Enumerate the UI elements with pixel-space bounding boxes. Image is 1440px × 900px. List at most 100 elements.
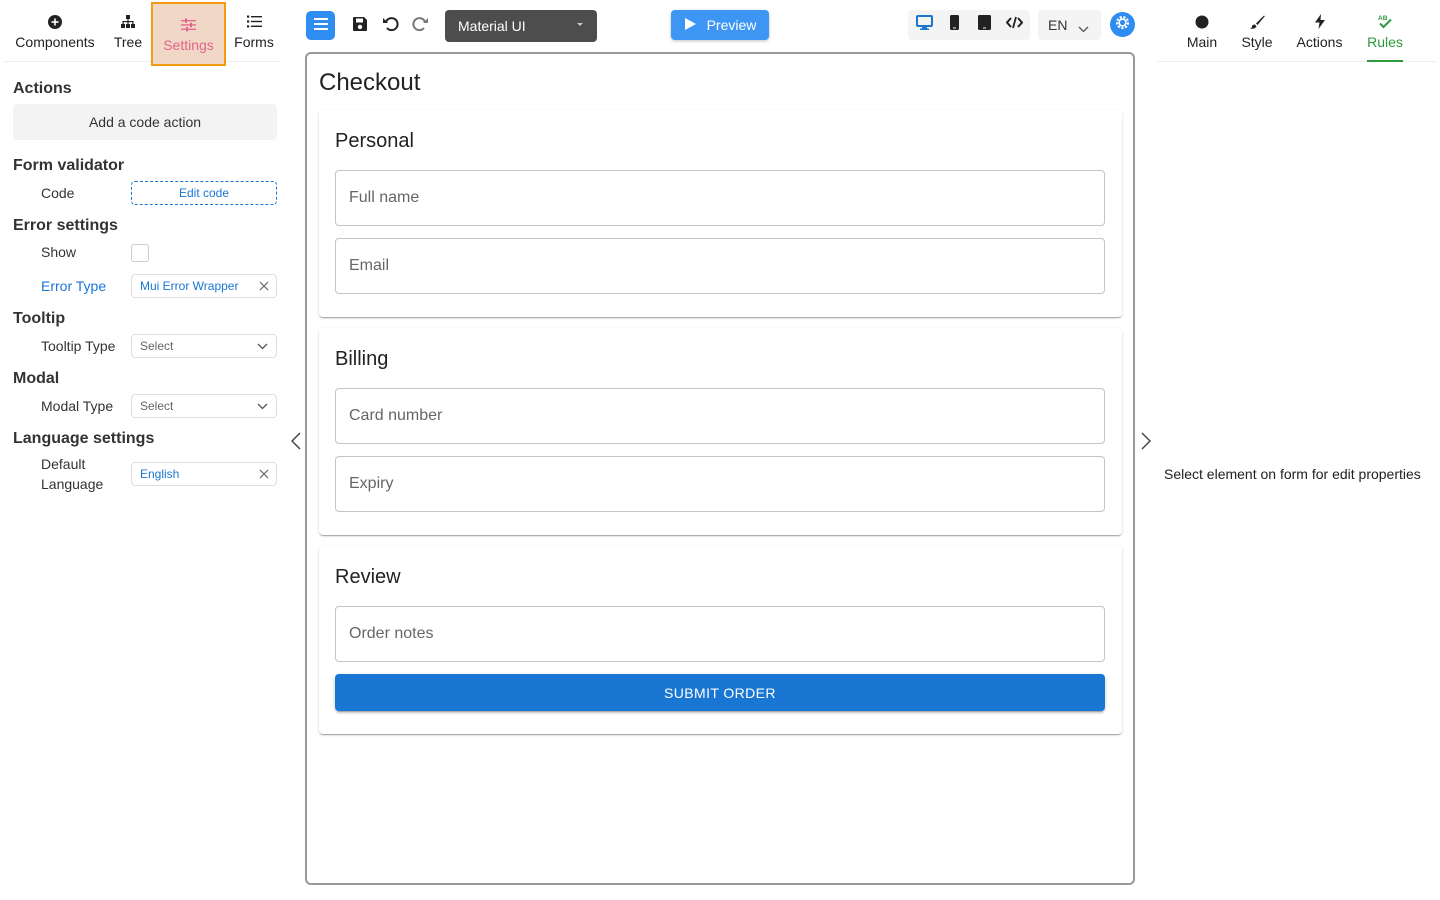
theme-select-value: Material UI (458, 18, 526, 34)
chevron-down-icon (248, 403, 276, 410)
language-select[interactable]: EN (1038, 10, 1101, 40)
hamburger-icon (313, 17, 328, 35)
tablet-icon (977, 15, 991, 35)
theme-select[interactable]: Material UI (445, 10, 597, 42)
redo-button[interactable] (408, 14, 432, 38)
list-icon (246, 13, 262, 31)
error-type-label[interactable]: Error Type (41, 278, 106, 294)
review-section-card: Review Order notes SUBMIT ORDER (319, 546, 1122, 734)
default-language-select[interactable]: English (131, 462, 277, 486)
code-view-button[interactable] (1002, 13, 1026, 37)
modal-heading: Modal (13, 370, 60, 387)
form-validator-heading: Form validator (13, 157, 125, 174)
preview-label: Preview (706, 17, 757, 33)
default-language-label-line2: Language (41, 476, 104, 492)
tooltip-type-select[interactable]: Select (131, 334, 277, 358)
brush-icon (1249, 13, 1265, 31)
phone-icon (949, 15, 959, 35)
tab-components[interactable]: Components (10, 0, 100, 62)
caret-down-icon (577, 23, 583, 26)
properties-hint: Select element on form for edit properti… (1164, 466, 1421, 482)
tab-style-label: Style (1241, 33, 1273, 50)
show-checkbox[interactable] (131, 244, 149, 262)
tab-forms-label: Forms (234, 33, 274, 50)
add-code-action-button[interactable]: Add a code action (13, 104, 277, 140)
tab-style[interactable]: Style (1237, 0, 1277, 62)
chevron-left-icon (290, 431, 301, 455)
lightning-icon (1314, 13, 1325, 31)
left-tab-bar: Components Tree Settings Forms (4, 0, 280, 66)
chevron-down-icon (1078, 20, 1089, 36)
tab-main-label: Main (1186, 33, 1218, 50)
close-icon[interactable] (252, 281, 276, 291)
review-section-title: Review (335, 566, 401, 588)
edit-code-button[interactable]: Edit code (131, 181, 277, 205)
language-select-value: EN (1048, 17, 1068, 33)
tablet-view-button[interactable] (972, 13, 996, 37)
modal-type-placeholder: Select (140, 399, 174, 413)
desktop-view-button[interactable] (912, 13, 936, 37)
tab-settings-label: Settings (163, 36, 214, 53)
tab-components-label: Components (15, 33, 95, 50)
collapse-left-panel-button[interactable] (288, 430, 304, 456)
device-switcher (908, 10, 1030, 40)
left-panel: Components Tree Settings Forms Actions A… (0, 0, 284, 900)
tab-actions-label: Actions (1296, 33, 1343, 50)
modal-type-label: Modal Type (41, 398, 114, 414)
menu-button[interactable] (306, 11, 335, 40)
default-language-value: English (140, 467, 180, 481)
code-icon (1005, 16, 1023, 34)
error-type-value: Mui Error Wrapper (140, 279, 239, 293)
modal-type-select[interactable]: Select (131, 394, 277, 418)
plus-circle-icon (48, 13, 62, 31)
sliders-icon (181, 16, 196, 34)
circle-icon (1195, 13, 1209, 31)
right-tab-bar: Main Style Actions AB Rules (1157, 0, 1436, 62)
collapse-right-panel-button[interactable] (1138, 430, 1154, 456)
show-label: Show (41, 244, 77, 260)
personal-section-card: Personal Full name Email (319, 110, 1122, 317)
tab-rules[interactable]: AB Rules (1367, 0, 1403, 62)
chevron-down-icon (248, 343, 276, 350)
save-button[interactable] (348, 14, 372, 38)
tooltip-type-label: Tooltip Type (41, 338, 116, 354)
default-language-label-line1: Default (41, 456, 86, 472)
email-field[interactable]: Email (335, 238, 1105, 294)
actions-heading: Actions (13, 80, 72, 97)
error-settings-heading: Error settings (13, 217, 118, 234)
full-name-field[interactable]: Full name (335, 170, 1105, 226)
close-icon[interactable] (252, 469, 276, 479)
tree-icon (121, 13, 135, 31)
form-title: Checkout (319, 69, 421, 96)
settings-gear-button[interactable] (1110, 12, 1135, 37)
billing-section-card: Billing Card number Expiry (319, 328, 1122, 535)
gear-icon (1114, 14, 1131, 36)
monitor-icon (915, 15, 933, 35)
tab-settings[interactable]: Settings (151, 2, 226, 66)
tooltip-heading: Tooltip (13, 310, 66, 327)
expiry-field[interactable]: Expiry (335, 456, 1105, 512)
form-canvas: Checkout Personal Full name Email Billin… (305, 52, 1135, 885)
mobile-view-button[interactable] (942, 13, 966, 37)
rules-icon: AB (1377, 13, 1393, 31)
card-number-field[interactable]: Card number (335, 388, 1105, 444)
tab-tree-label: Tree (113, 33, 143, 50)
tab-main[interactable]: Main (1181, 0, 1223, 62)
order-notes-field[interactable]: Order notes (335, 606, 1105, 662)
undo-button[interactable] (378, 14, 402, 38)
save-icon (352, 16, 368, 37)
billing-section-title: Billing (335, 348, 389, 370)
play-icon (684, 17, 697, 34)
code-label: Code (41, 185, 75, 201)
tab-rules-label: Rules (1367, 33, 1403, 50)
undo-icon (382, 15, 399, 37)
tab-forms[interactable]: Forms (230, 0, 278, 62)
error-type-select[interactable]: Mui Error Wrapper (131, 274, 277, 298)
submit-order-button[interactable]: SUBMIT ORDER (335, 674, 1105, 711)
language-settings-heading: Language settings (13, 430, 155, 447)
tab-actions[interactable]: Actions (1292, 0, 1347, 62)
personal-section-title: Personal (335, 130, 414, 152)
redo-icon (411, 15, 429, 37)
tab-tree[interactable]: Tree (108, 0, 148, 62)
preview-button[interactable]: Preview (671, 10, 769, 40)
